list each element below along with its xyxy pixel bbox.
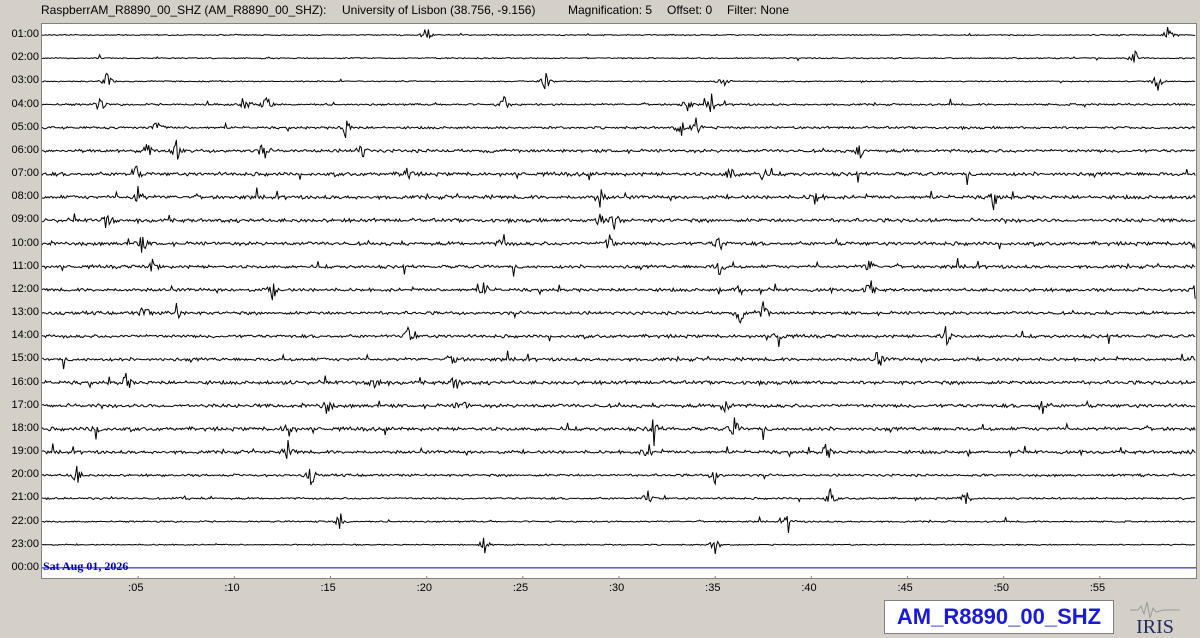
hour-label: 08:00 — [11, 190, 39, 203]
hour-label: 05:00 — [11, 120, 39, 133]
iris-logo-text: IRIS — [1136, 616, 1174, 636]
hour-label: 03:00 — [11, 74, 39, 87]
trace-row — [41, 325, 1196, 347]
hour-label: 14:00 — [11, 329, 39, 342]
trace-row — [41, 465, 1196, 486]
trace-row — [41, 117, 1196, 138]
trace-row — [41, 165, 1196, 186]
hour-label: 07:00 — [11, 167, 39, 180]
hour-label: 12:00 — [11, 282, 39, 295]
trace-row — [41, 185, 1196, 211]
minute-tick-label: :30 — [609, 582, 625, 594]
trace-row — [41, 372, 1196, 389]
trace-row — [41, 258, 1196, 277]
trace-row — [41, 27, 1196, 40]
trace-row — [41, 417, 1196, 447]
minute-tick-label: :35 — [705, 582, 721, 594]
hour-label: 17:00 — [11, 398, 39, 411]
minute-tick-label: :25 — [512, 582, 529, 594]
hour-label: 23:00 — [11, 537, 39, 550]
minute-tick-label: :45 — [897, 582, 913, 594]
trace-row — [41, 399, 1196, 414]
hour-label: 15:00 — [11, 352, 39, 365]
trace-row — [41, 513, 1196, 533]
trace-row — [41, 234, 1196, 253]
hour-label: 22:00 — [11, 514, 39, 527]
hour-label: 11:00 — [12, 259, 39, 272]
minute-tick-label: :05 — [128, 582, 144, 594]
hour-label: 20:00 — [11, 468, 39, 481]
minute-tick-label: :20 — [416, 582, 432, 594]
hour-label: 10:00 — [11, 236, 39, 249]
date-label: Sat Aug 01, 2026 — [43, 559, 129, 573]
trace-row — [42, 72, 1196, 91]
minute-tick-label: :10 — [224, 582, 240, 594]
trace-row — [41, 537, 1196, 555]
hour-label: 16:00 — [11, 375, 39, 388]
hour-label: 21:00 — [11, 491, 39, 504]
minute-tick-label: :55 — [1089, 582, 1106, 594]
minute-tick-label: :40 — [801, 582, 817, 594]
helicorder-traces — [41, 27, 1196, 579]
hour-label: 09:00 — [11, 213, 39, 226]
hour-label: 13:00 — [11, 306, 39, 319]
iris-logo: IRIS — [1130, 601, 1180, 636]
trace-row — [41, 488, 1196, 505]
trace-row — [41, 439, 1196, 459]
hour-label: 19:00 — [11, 445, 39, 458]
trace-row — [41, 49, 1196, 63]
hour-label: 00:00 — [11, 560, 39, 573]
station-code-box: AM_R8890_00_SHZ — [884, 600, 1114, 634]
hour-label: 02:00 — [11, 51, 39, 64]
hour-label: 01:00 — [11, 28, 39, 40]
trace-row — [41, 213, 1196, 230]
minute-tick-label: :50 — [993, 582, 1009, 594]
hour-label: 06:00 — [11, 143, 39, 156]
hour-label: 18:00 — [11, 421, 39, 434]
hour-label: 04:00 — [11, 97, 39, 110]
trace-row — [41, 139, 1196, 160]
trace-row — [41, 93, 1196, 113]
minute-tick-label: :15 — [320, 582, 336, 594]
trace-row — [41, 280, 1196, 301]
trace-row — [41, 350, 1196, 370]
trace-row — [41, 301, 1196, 324]
